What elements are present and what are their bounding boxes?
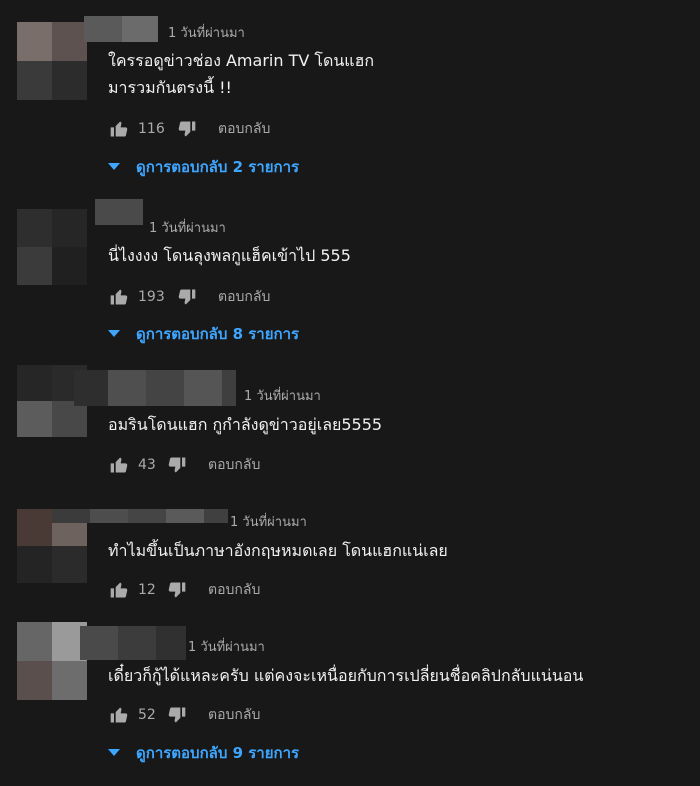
comment-timestamp[interactable]: 1 วันที่ผ่านมา [188, 636, 265, 657]
comment-text: อมรินโดนแฮก กูกำลังดูข่าวอยู่เลย5555 [108, 411, 382, 438]
comment-actions: 52 ตอบกลับ [108, 704, 260, 726]
thumbs-down-icon[interactable] [166, 705, 188, 725]
view-replies-button[interactable]: ดูการตอบกลับ 9 รายการ [108, 742, 299, 764]
thumbs-up-icon[interactable] [108, 119, 130, 139]
thumbs-up-icon[interactable] [108, 287, 130, 307]
comment-timestamp[interactable]: 1 วันที่ผ่านมา [230, 511, 307, 532]
reply-button[interactable]: ตอบกลับ [208, 579, 260, 601]
comment-text-line: มารวมกันตรงนี้ !! [108, 78, 232, 97]
avatar[interactable] [17, 22, 87, 100]
caret-down-icon [108, 163, 120, 170]
like-count: 43 [138, 457, 156, 473]
reply-button[interactable]: ตอบกลับ [208, 454, 260, 476]
view-replies-label: ดูการตอบกลับ 8 รายการ [136, 325, 300, 343]
view-replies-button[interactable]: ดูการตอบกลับ 2 รายการ [108, 156, 299, 178]
author-name-blurred[interactable] [74, 370, 236, 406]
comment-text-line: ทำไมขึ้นเป็นภาษาอังกฤษหมดเลย โดนแฮกแน่เล… [108, 541, 448, 560]
thumbs-down-icon[interactable] [176, 287, 198, 307]
avatar[interactable] [17, 209, 87, 285]
like-count: 52 [138, 707, 156, 723]
reply-button[interactable]: ตอบกลับ [218, 286, 270, 308]
author-name-blurred[interactable] [95, 199, 143, 225]
caret-down-icon [108, 330, 120, 337]
author-name-blurred[interactable] [52, 509, 228, 523]
comment-text: ทำไมขึ้นเป็นภาษาอังกฤษหมดเลย โดนแฮกแน่เล… [108, 537, 448, 564]
author-name-blurred[interactable] [84, 16, 158, 42]
comment-text-line: ใครรอดูข่าวช่อง Amarin TV โดนแฮก [108, 51, 375, 70]
caret-down-icon [108, 749, 120, 756]
comment-text: เดี๋ยวก็กู้ได้แหละครับ แต่คงจะเหนื่อยกับ… [108, 662, 583, 689]
comment-text-line: นี่ไงงงง โดนลุงพลกูแฮ็คเข้าไป 555 [108, 246, 351, 265]
like-count: 193 [138, 289, 165, 305]
comment-timestamp[interactable]: 1 วันที่ผ่านมา [149, 217, 226, 238]
comment-actions: 43 ตอบกลับ [108, 454, 260, 476]
reply-button[interactable]: ตอบกลับ [218, 118, 270, 140]
comment-actions: 193 ตอบกลับ [108, 286, 270, 308]
author-name-blurred[interactable] [80, 626, 186, 660]
thumbs-down-icon[interactable] [166, 580, 188, 600]
thumbs-up-icon[interactable] [108, 705, 130, 725]
thumbs-down-icon[interactable] [166, 455, 188, 475]
view-replies-button[interactable]: ดูการตอบกลับ 8 รายการ [108, 323, 299, 345]
avatar[interactable] [17, 622, 87, 700]
like-count: 12 [138, 582, 156, 598]
comment-text: นี่ไงงงง โดนลุงพลกูแฮ็คเข้าไป 555 [108, 242, 351, 269]
view-replies-label: ดูการตอบกลับ 9 รายการ [136, 744, 300, 762]
comment-actions: 12 ตอบกลับ [108, 579, 260, 601]
comment-timestamp[interactable]: 1 วันที่ผ่านมา [244, 385, 321, 406]
comment-timestamp[interactable]: 1 วันที่ผ่านมา [168, 22, 245, 43]
reply-button[interactable]: ตอบกลับ [208, 704, 260, 726]
comment-actions: 116 ตอบกลับ [108, 118, 270, 140]
thumbs-down-icon[interactable] [176, 119, 198, 139]
thumbs-up-icon[interactable] [108, 580, 130, 600]
comment-text-line: เดี๋ยวก็กู้ได้แหละครับ แต่คงจะเหนื่อยกับ… [108, 666, 584, 685]
like-count: 116 [138, 121, 165, 137]
thumbs-up-icon[interactable] [108, 455, 130, 475]
view-replies-label: ดูการตอบกลับ 2 รายการ [136, 158, 300, 176]
comment-text-line: อมรินโดนแฮก กูกำลังดูข่าวอยู่เลย5555 [108, 415, 383, 434]
comment-text: ใครรอดูข่าวช่อง Amarin TV โดนแฮก มารวมกั… [108, 47, 374, 101]
